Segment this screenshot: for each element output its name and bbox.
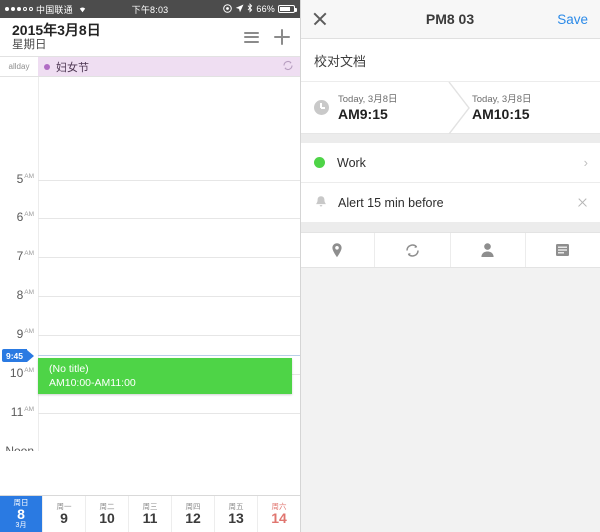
event-title: (No title): [49, 363, 89, 375]
day-strip-item[interactable]: 周二 10: [86, 496, 129, 532]
hour-gridline: [38, 218, 300, 219]
calendar-header: 2015年3月8日 星期日: [0, 18, 300, 57]
day-strip-item[interactable]: 周日 8 3月: [0, 496, 43, 532]
day-number: 9: [60, 510, 68, 527]
carrier-label: 中国联通: [36, 4, 73, 15]
day-grid[interactable]: 5AM6AM7AM8AM9AM10AM11AMNoon1PM2PM3PM 9:4…: [0, 77, 300, 451]
detail-toolbar: [300, 232, 600, 268]
chevron-right-icon: ›: [583, 155, 588, 170]
allday-event-chip[interactable]: 妇女节: [38, 57, 300, 76]
location-button[interactable]: [300, 233, 376, 267]
location-arrow-icon: [235, 4, 244, 15]
bluetooth-icon: [247, 3, 253, 15]
day-number: 11: [142, 510, 158, 527]
day-strip-item[interactable]: 周四 12: [172, 496, 215, 532]
day-weekday: 周六: [271, 501, 287, 511]
hour-label: 10AM: [9, 366, 34, 380]
battery-percent: 66%: [256, 4, 275, 14]
calendar-selector-row[interactable]: Work ›: [300, 143, 600, 183]
day-strip[interactable]: 周日 8 3月 周一 9 周二 10 周三 11 周四 12 周五 13 周六 14: [0, 495, 300, 532]
calendar-title-block[interactable]: 2015年3月8日 星期日: [12, 21, 101, 52]
repeat-icon: [282, 58, 294, 76]
chevron-right-separator-icon: [448, 82, 472, 134]
day-number: 12: [185, 510, 201, 527]
end-time-label: AM10:15: [472, 105, 530, 122]
hamburger-menu-icon[interactable]: [244, 31, 259, 43]
battery-icon: [278, 5, 297, 13]
day-weekday: 周一: [56, 501, 72, 511]
invitees-button[interactable]: [451, 233, 526, 267]
day-weekday: 周二: [99, 501, 115, 511]
hour-label: 7AM: [16, 249, 34, 263]
calendar-name-label: Work: [337, 155, 366, 170]
start-time-cell[interactable]: Today, 3月8日 AM9:15: [300, 82, 442, 133]
remove-alert-icon[interactable]: [577, 197, 588, 208]
page-title: 2015年3月8日: [12, 21, 101, 38]
bell-icon: [314, 195, 328, 210]
day-number: 8: [17, 506, 25, 523]
calendar-event-block[interactable]: (No title) AM10:00-AM11:00: [38, 358, 292, 394]
day-strip-item[interactable]: 周一 9: [43, 496, 86, 532]
alarm-icon: [223, 3, 233, 15]
section-gap-2: [300, 223, 600, 232]
pane-divider: [300, 0, 301, 532]
event-time-range: AM10:00-AM11:00: [49, 377, 136, 389]
day-number: 13: [228, 510, 244, 527]
hour-label: 8AM: [16, 288, 34, 302]
close-icon[interactable]: [312, 11, 328, 27]
day-number: 14: [271, 510, 287, 527]
signal-strength-icon: [5, 7, 33, 11]
alert-label: Alert 15 min before: [338, 195, 444, 210]
event-time-section: Today, 3月8日 AM9:15 Today, 3月8日 AM10:15: [300, 82, 600, 134]
notes-button[interactable]: [526, 233, 600, 267]
current-time-arrow: [27, 349, 35, 362]
hour-gridline: [38, 296, 300, 297]
hour-label: 5AM: [16, 172, 34, 186]
current-time-badge: 9:45: [2, 349, 35, 362]
hour-gridline: [38, 180, 300, 181]
day-weekday: 周日: [13, 497, 29, 507]
day-month: 3月: [15, 522, 27, 530]
hour-gridline: [38, 257, 300, 258]
calendar-day-view: 中国联通 下午8:03 66% 2015年3月8日 星期日 allday 妇女节…: [0, 0, 300, 532]
grid-divider: [38, 77, 39, 451]
plus-icon[interactable]: [274, 29, 290, 45]
hour-label: Noon: [5, 444, 34, 451]
allday-label: allday: [8, 62, 30, 71]
calendar-color-dot: [314, 157, 325, 168]
section-gap: [300, 134, 600, 143]
repeat-button[interactable]: [375, 233, 451, 267]
wifi-icon: [77, 4, 88, 15]
end-date-label: Today, 3月8日: [472, 93, 532, 105]
allday-row: allday 妇女节: [0, 57, 300, 77]
clock-icon: [314, 100, 329, 115]
event-color-dot: [44, 63, 50, 70]
hour-gridline: [38, 413, 300, 414]
day-weekday: 周五: [228, 501, 244, 511]
day-strip-item[interactable]: 周五 13: [215, 496, 258, 532]
app-screen: 中国联通 下午8:03 66% 2015年3月8日 星期日 allday 妇女节…: [0, 0, 600, 532]
save-button[interactable]: Save: [557, 12, 588, 27]
event-title-input[interactable]: 校对文档: [300, 39, 600, 82]
start-time-label: AM9:15: [338, 105, 388, 122]
status-bar: 中国联通 下午8:03 66%: [0, 0, 300, 18]
hour-label: 9AM: [16, 327, 34, 341]
start-date-label: Today, 3月8日: [338, 93, 398, 105]
hour-label: 11AM: [10, 405, 34, 419]
current-time-line: [38, 355, 300, 356]
weekday-label: 星期日: [12, 38, 47, 51]
hour-gridline: [38, 335, 300, 336]
day-number: 10: [99, 510, 115, 527]
day-weekday: 周四: [185, 501, 201, 511]
hour-label: 6AM: [16, 210, 34, 224]
day-strip-item[interactable]: 周六 14: [258, 496, 300, 532]
day-weekday: 周三: [142, 501, 158, 511]
allday-event-title: 妇女节: [56, 61, 89, 74]
current-time-label: 9:45: [2, 349, 28, 362]
alert-row[interactable]: Alert 15 min before: [300, 183, 600, 223]
detail-navbar: PM8 03 Save: [300, 0, 600, 39]
detail-title: PM8 03: [425, 11, 475, 27]
event-detail-pane: PM8 03 Save 校对文档 Today, 3月8日 AM9:15 Toda…: [300, 0, 600, 532]
day-strip-item[interactable]: 周三 11: [129, 496, 172, 532]
